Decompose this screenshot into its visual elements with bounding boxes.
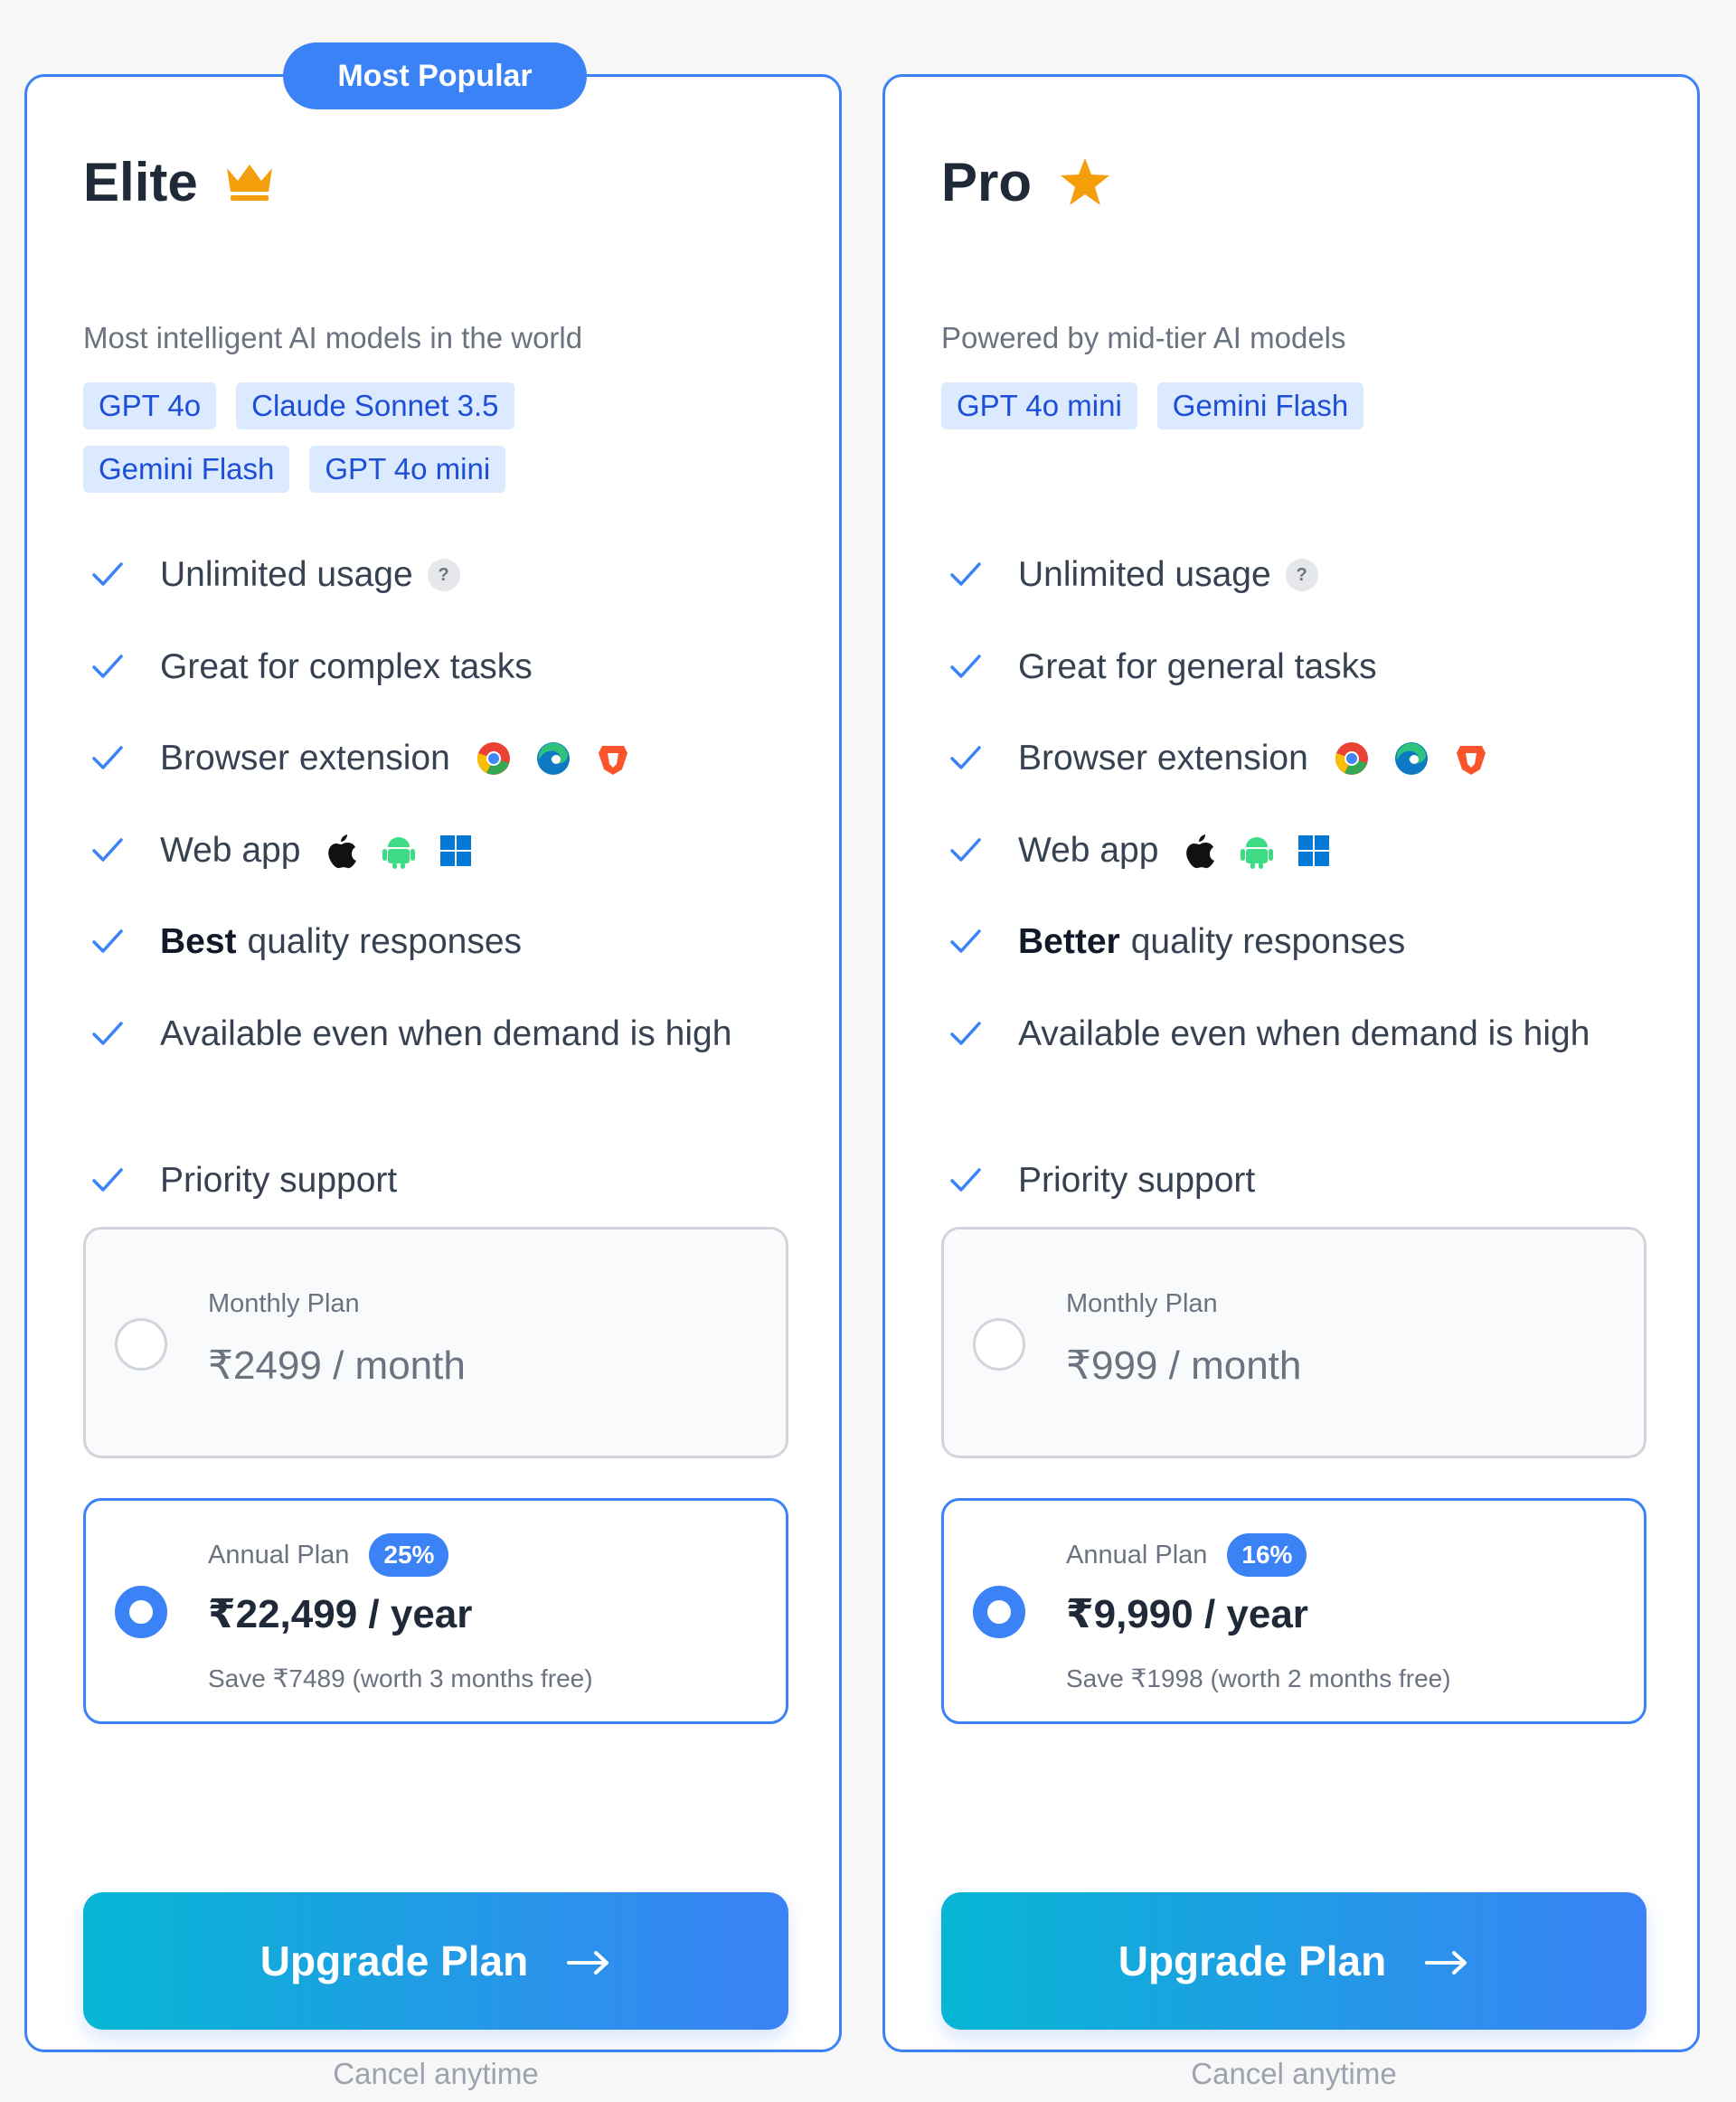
feature-text: Great for general tasks bbox=[1018, 647, 1377, 686]
plan-option-price: ₹999 / month bbox=[1066, 1343, 1302, 1388]
feature-text: quality responses bbox=[247, 922, 523, 961]
plan-title: Elite bbox=[83, 151, 198, 212]
windows-icon bbox=[1298, 835, 1330, 866]
cancel-anytime-note: Cancel anytime bbox=[1191, 2057, 1397, 2090]
check-icon bbox=[92, 1168, 123, 1192]
upgrade-plan-button[interactable]: Upgrade Plan bbox=[83, 1892, 788, 2030]
model-chips: GPT 4o mini Gemini Flash bbox=[941, 382, 1592, 429]
edge-icon bbox=[1394, 742, 1428, 775]
android-icon bbox=[382, 837, 416, 869]
check-icon bbox=[950, 838, 981, 862]
crown-icon bbox=[225, 161, 274, 203]
annual-plan-option[interactable]: Annual Plan 16% ₹9,990 / year Save ₹1998 … bbox=[941, 1498, 1646, 1724]
android-icon bbox=[1241, 837, 1274, 869]
plan-option-label: Annual Plan bbox=[1066, 1540, 1208, 1569]
arrow-right-icon bbox=[566, 1935, 611, 1987]
upgrade-label: Upgrade Plan bbox=[259, 1937, 529, 1984]
feature-text: Browser extension bbox=[160, 739, 450, 778]
plan-option-price: ₹2499 / month bbox=[208, 1343, 466, 1388]
upgrade-plan-button[interactable]: Upgrade Plan bbox=[941, 1892, 1646, 2030]
monthly-plan-option[interactable]: Monthly Plan ₹2499 / month bbox=[83, 1227, 788, 1458]
annual-plan-radio[interactable] bbox=[115, 1586, 167, 1638]
cancel-anytime-note: Cancel anytime bbox=[333, 2057, 539, 2090]
plan-option-label: Monthly Plan bbox=[1066, 1289, 1218, 1318]
feature-text: Browser extension bbox=[1018, 739, 1308, 778]
edge-icon bbox=[536, 742, 570, 775]
check-icon bbox=[92, 655, 123, 678]
feature-text-bold: Better bbox=[1018, 922, 1120, 961]
check-icon bbox=[950, 562, 981, 586]
check-icon bbox=[92, 838, 123, 862]
plan-title: Pro bbox=[941, 151, 1033, 212]
check-icon bbox=[92, 929, 123, 953]
apple-icon bbox=[1186, 834, 1215, 869]
feature-text: Priority support bbox=[160, 1161, 398, 1200]
model-chips: GPT 4o Claude Sonnet 3.5 Gemini Flash GP… bbox=[83, 382, 734, 493]
check-icon bbox=[92, 746, 123, 769]
monthly-plan-radio[interactable] bbox=[115, 1318, 167, 1371]
plan-card-elite: Most Popular Elite Most intelligent AI m… bbox=[24, 42, 842, 2090]
arrow-right-icon bbox=[1424, 1935, 1469, 1987]
star-icon bbox=[1059, 156, 1111, 207]
plan-card-pro: Pro Powered by mid-tier AI models GPT 4o… bbox=[882, 74, 1700, 2090]
plan-title-row: Elite bbox=[83, 149, 274, 214]
brave-icon bbox=[1456, 746, 1486, 775]
monthly-plan-radio[interactable] bbox=[973, 1318, 1025, 1371]
model-chip: Gemini Flash bbox=[1156, 382, 1364, 429]
apple-icon bbox=[328, 834, 357, 869]
chrome-icon bbox=[1335, 742, 1368, 775]
plan-title-row: Pro bbox=[941, 149, 1111, 214]
plan-option-label: Annual Plan bbox=[208, 1540, 350, 1569]
discount-badge: 25% bbox=[369, 1533, 449, 1577]
most-popular-badge: Most Popular bbox=[283, 42, 587, 109]
help-icon[interactable]: ? bbox=[427, 559, 460, 591]
annual-plan-radio[interactable] bbox=[973, 1586, 1025, 1638]
model-chip: GPT 4o mini bbox=[309, 446, 506, 493]
plan-option-price: ₹9,990 / year bbox=[1066, 1592, 1308, 1636]
feature-text: Priority support bbox=[1018, 1161, 1256, 1200]
chrome-icon bbox=[476, 742, 510, 775]
model-chip: Claude Sonnet 3.5 bbox=[236, 382, 514, 429]
model-chip: Gemini Flash bbox=[83, 446, 290, 493]
help-icon[interactable]: ? bbox=[1285, 559, 1318, 591]
check-icon bbox=[950, 1168, 981, 1192]
check-icon bbox=[950, 655, 981, 678]
discount-badge: 16% bbox=[1227, 1533, 1307, 1577]
plan-subtitle: Most intelligent AI models in the world bbox=[83, 321, 583, 354]
annual-plan-option[interactable]: Annual Plan 25% ₹22,499 / year Save ₹7489… bbox=[83, 1498, 788, 1724]
model-chip: GPT 4o bbox=[83, 382, 217, 429]
plan-option-price: ₹22,499 / year bbox=[208, 1592, 473, 1636]
feature-text: Web app bbox=[160, 831, 301, 870]
savings-note: Save ₹1998 (worth 2 months free) bbox=[1066, 1664, 1451, 1692]
check-icon bbox=[950, 1022, 981, 1045]
feature-text: Web app bbox=[1018, 831, 1159, 870]
feature-text: quality responses bbox=[1130, 922, 1406, 961]
feature-text: Available even when demand is high bbox=[1018, 1014, 1590, 1053]
check-icon bbox=[950, 929, 981, 953]
savings-note: Save ₹7489 (worth 3 months free) bbox=[208, 1664, 593, 1692]
brave-icon bbox=[598, 746, 627, 775]
model-chip: GPT 4o mini bbox=[941, 382, 1137, 429]
check-icon bbox=[92, 1022, 123, 1045]
upgrade-label: Upgrade Plan bbox=[1118, 1937, 1387, 1984]
plan-option-label: Monthly Plan bbox=[208, 1289, 360, 1318]
feature-text: Unlimited usage bbox=[1018, 555, 1271, 594]
check-icon bbox=[950, 746, 981, 769]
feature-text-bold: Best bbox=[160, 922, 237, 961]
windows-icon bbox=[440, 835, 472, 866]
feature-text: Unlimited usage bbox=[160, 555, 413, 594]
feature-text: Great for complex tasks bbox=[160, 647, 533, 686]
monthly-plan-option[interactable]: Monthly Plan ₹999 / month bbox=[941, 1227, 1646, 1458]
plan-subtitle: Powered by mid-tier AI models bbox=[941, 321, 1346, 354]
feature-text: Available even when demand is high bbox=[160, 1014, 732, 1053]
check-icon bbox=[92, 562, 123, 586]
